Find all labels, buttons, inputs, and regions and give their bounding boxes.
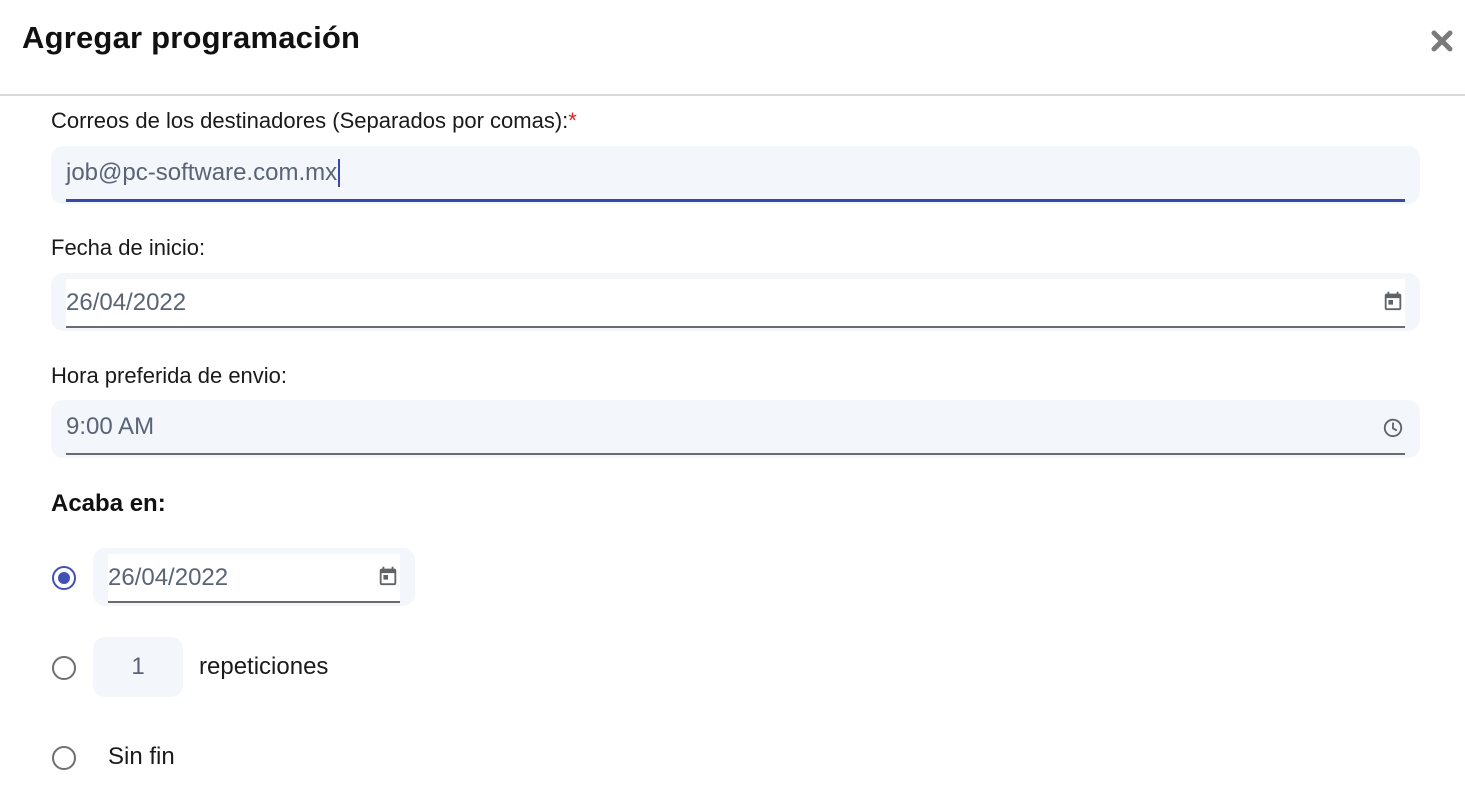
end-date-underline bbox=[108, 601, 400, 603]
end-date-input[interactable]: 26/04/2022 bbox=[93, 548, 415, 606]
send-time-value: 9:00 AM bbox=[66, 412, 155, 440]
end-date-value: 26/04/2022 bbox=[108, 563, 229, 591]
repetitions-label: repeticiones bbox=[199, 653, 329, 680]
required-mark: * bbox=[568, 108, 577, 133]
close-button[interactable] bbox=[1427, 24, 1457, 58]
start-date-input-area[interactable]: 26/04/2022 bbox=[66, 279, 1405, 326]
dialog-header: Agregar programación bbox=[0, 0, 1465, 96]
ends-never-radio[interactable] bbox=[52, 746, 76, 770]
text-caret bbox=[338, 158, 341, 187]
send-time-label: Hora preferida de envio: bbox=[51, 363, 288, 388]
calendar-icon[interactable] bbox=[1382, 290, 1404, 312]
ends-heading: Acaba en: bbox=[51, 490, 166, 517]
recipients-input-text-area[interactable]: job@pc-software.com.mx bbox=[66, 146, 1405, 199]
start-date-value: 26/04/2022 bbox=[66, 288, 187, 316]
recipients-underline bbox=[66, 199, 1405, 202]
clock-icon[interactable] bbox=[1382, 417, 1404, 439]
close-icon bbox=[1431, 30, 1453, 52]
send-time-input-area[interactable]: 9:00 AM bbox=[66, 400, 1405, 453]
recipients-label: Correos de los destinadores (Separados p… bbox=[51, 108, 577, 134]
recipients-label-text: Correos de los destinadores (Separados p… bbox=[51, 108, 569, 133]
never-label: Sin fin bbox=[108, 743, 175, 770]
send-time-input[interactable]: 9:00 AM bbox=[51, 400, 1420, 458]
recipients-value: job@pc-software.com.mx bbox=[66, 158, 338, 186]
ends-repetitions-radio[interactable] bbox=[52, 656, 76, 680]
recipients-input[interactable]: job@pc-software.com.mx bbox=[51, 146, 1420, 204]
calendar-icon[interactable] bbox=[377, 565, 399, 587]
start-date-input[interactable]: 26/04/2022 bbox=[51, 273, 1420, 331]
dialog-title: Agregar programación bbox=[22, 20, 361, 55]
send-time-underline bbox=[66, 453, 1405, 455]
start-date-label: Fecha de inicio: bbox=[51, 235, 206, 260]
repetitions-input[interactable]: 1 bbox=[93, 637, 183, 697]
end-date-input-area[interactable]: 26/04/2022 bbox=[108, 554, 400, 601]
ends-date-radio[interactable] bbox=[52, 566, 76, 590]
start-date-underline bbox=[66, 326, 1405, 328]
